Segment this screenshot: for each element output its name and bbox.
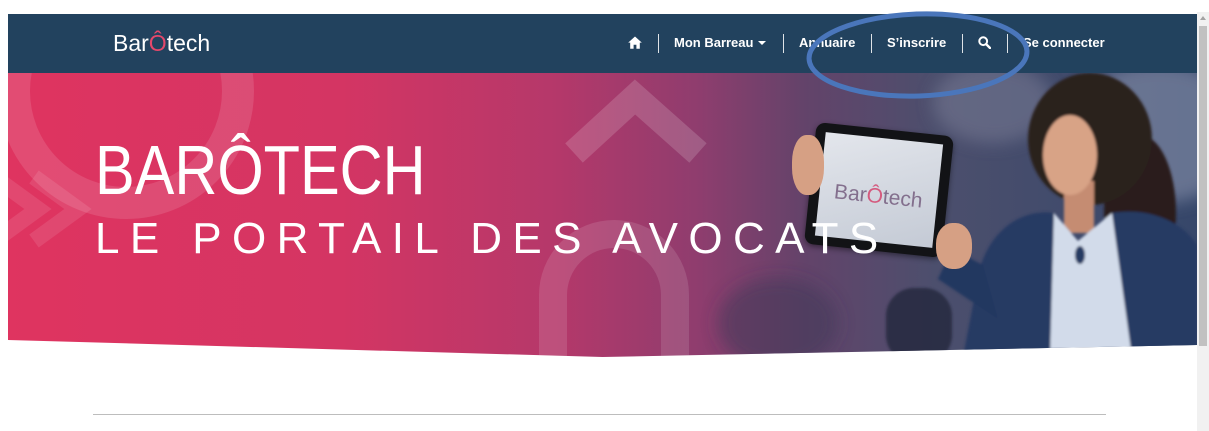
chair (886, 288, 952, 357)
logo-accent: Ô (148, 30, 167, 56)
nav-se-connecter-link[interactable]: Se connecter (1023, 35, 1105, 51)
hero-banner: BarÔtech BARÔTECH LE PORTAIL DES AVOCATS (8, 73, 1197, 357)
right-hand (936, 223, 972, 269)
logo-prefix: Bar (113, 30, 149, 56)
hero-title: BARÔTECH (95, 131, 426, 209)
nav-mon-barreau-label: Mon Barreau (674, 35, 754, 50)
scroll-up-arrow[interactable] (1200, 16, 1206, 20)
home-icon[interactable] (628, 36, 642, 50)
nav-separator (871, 34, 872, 53)
nav-sinscrire-link[interactable]: S’inscrire (887, 35, 946, 51)
nav-separator (658, 34, 659, 53)
search-icon[interactable] (978, 36, 992, 50)
caret-down-icon (758, 40, 767, 45)
scrollbar[interactable] (1197, 12, 1209, 431)
left-hand (792, 135, 824, 195)
blouse-neckline (1075, 246, 1085, 264)
navbar: BarÔtech Mon Barreau Annuaire S’inscrire… (8, 14, 1197, 73)
tablet-logo-prefix: Bar (832, 180, 868, 207)
logo-suffix: tech (166, 30, 211, 56)
tablet-logo-suffix: tech (881, 185, 924, 213)
hero-subtitle: LE PORTAIL DES AVOCATS (95, 214, 889, 263)
nav-annuaire-link[interactable]: Annuaire (799, 35, 855, 51)
nav-separator (783, 34, 784, 53)
section-divider (93, 414, 1106, 415)
scrollbar-thumb[interactable] (1199, 26, 1207, 346)
face (1043, 115, 1097, 195)
nav-separator (1007, 34, 1008, 53)
tablet-logo: BarÔtech (833, 180, 924, 213)
nav-mon-barreau-dropdown[interactable]: Mon Barreau (674, 35, 767, 51)
nav-separator (962, 34, 963, 53)
site-logo[interactable]: BarÔtech (113, 29, 210, 57)
